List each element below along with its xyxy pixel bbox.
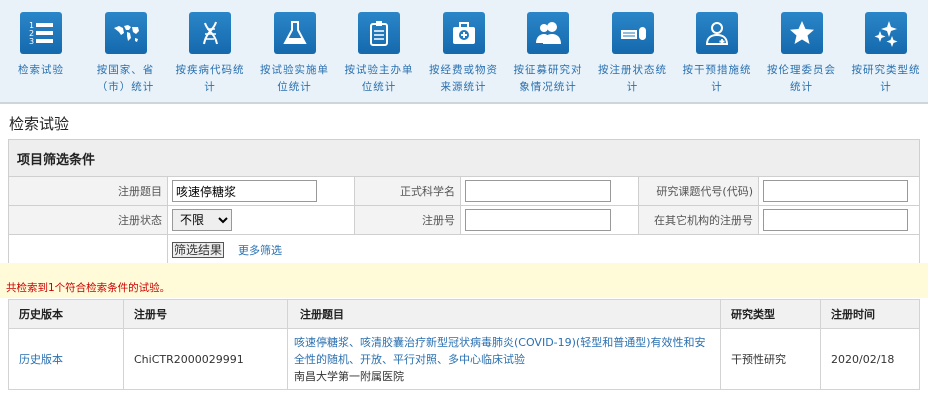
other-reg-input[interactable] — [763, 209, 908, 231]
study-type: 干预性研究 — [720, 328, 821, 390]
nav-item-3[interactable]: 按试验实施单位统计 — [253, 12, 337, 96]
nav-label: 按经费或物资来源统计 — [429, 64, 498, 93]
institution: 南昌大学第一附属医院 — [294, 369, 404, 383]
nav-item-5[interactable]: 按经费或物资来源统计 — [422, 12, 506, 96]
reg-date: 2020/02/18 — [820, 328, 920, 390]
col-type: 研究类型 — [720, 299, 821, 329]
reg-no: ChiCTR2000029991 — [123, 328, 288, 390]
sparkles-icon — [865, 12, 907, 54]
nav-item-0[interactable]: 1 2 3 检索试验 — [0, 12, 83, 79]
people-icon — [527, 12, 569, 54]
reg-title-label: 注册题目 — [8, 176, 168, 206]
nav-label: 按注册状态统计 — [598, 64, 667, 93]
reg-title-input[interactable] — [172, 180, 317, 202]
col-title: 注册题目 — [287, 299, 721, 329]
reg-no-input[interactable] — [465, 209, 611, 231]
sci-name-input[interactable] — [465, 180, 611, 202]
doctor-icon — [696, 12, 738, 54]
keyboard-mouse-icon — [611, 12, 654, 54]
filter-submit-button[interactable]: 筛选结果 — [172, 241, 225, 258]
code-label: 研究课题代号(代码) — [638, 176, 759, 206]
flask-icon — [273, 12, 316, 54]
status-select[interactable]: 不限 — [172, 209, 232, 231]
filter-header: 项目筛选条件 — [8, 139, 920, 177]
nav-label: 按试验主办单位统计 — [344, 64, 414, 93]
more-filters-link[interactable]: 更多筛选 — [238, 244, 282, 257]
dna-icon — [189, 12, 231, 54]
filter-table: 项目筛选条件 注册题目 正式科学名 研究课题代号(代码) 注册状态 不限 注册号… — [8, 139, 920, 264]
medical-kit-icon — [442, 12, 485, 54]
top-navigation: 1 2 3 检索试验 按国家、省（市）统计 按疾病代码统计 按试验实施单位统计 按试验主办单位… — [0, 0, 928, 104]
svg-text:3: 3 — [29, 37, 34, 46]
nav-label: 检索试验 — [18, 64, 64, 76]
nav-item-9[interactable]: 按伦理委员会统计 — [760, 12, 844, 96]
nav-item-4[interactable]: 按试验主办单位统计 — [337, 12, 421, 96]
history-link[interactable]: 历史版本 — [19, 353, 63, 366]
nav-item-1[interactable]: 按国家、省（市）统计 — [84, 12, 168, 96]
results-table: 历史版本 注册号 注册题目 研究类型 注册时间 历史版本 ChiCTR20000… — [8, 299, 920, 390]
nav-label: 按试验实施单位统计 — [260, 64, 329, 93]
nav-label: 按征募研究对象情况统计 — [513, 64, 583, 93]
col-reg-no: 注册号 — [123, 299, 288, 329]
world-map-icon — [104, 12, 147, 54]
nav-item-10[interactable]: 按研究类型统计 — [844, 12, 928, 96]
table-row: 历史版本 ChiCTR2000029991 咳速停糖浆、咳清胶囊治疗新型冠状病毒… — [8, 328, 920, 390]
code-input[interactable] — [763, 180, 908, 202]
nav-label: 按研究类型统计 — [851, 64, 921, 93]
nav-item-8[interactable]: 按干预措施统计 — [675, 12, 759, 96]
nav-label: 按干预措施统计 — [682, 64, 752, 93]
star-icon — [780, 12, 823, 54]
empty-cell — [8, 234, 168, 264]
nav-item-2[interactable]: 按疾病代码统计 — [168, 12, 252, 96]
nav-label: 按疾病代码统计 — [175, 64, 245, 93]
col-date: 注册时间 — [820, 299, 920, 329]
nav-item-6[interactable]: 按征募研究对象情况统计 — [506, 12, 590, 96]
trial-title-link[interactable]: 咳速停糖浆、咳清胶囊治疗新型冠状病毒肺炎(COVID-19)(轻型和普通型)有效… — [294, 336, 706, 366]
col-history: 历史版本 — [8, 299, 124, 329]
reg-no-label: 注册号 — [354, 205, 461, 235]
clipboard-icon — [358, 12, 400, 54]
nav-label: 按国家、省（市）统计 — [96, 64, 155, 93]
other-reg-label: 在其它机构的注册号 — [638, 205, 759, 235]
page-title: 检索试验 — [9, 115, 70, 133]
numbered-list-icon: 123 — [20, 12, 62, 54]
result-count-notice: 共检索到1个符合检索条件的试验。 — [0, 263, 928, 298]
nav-item-7[interactable]: 按注册状态统计 — [591, 12, 675, 96]
nav-label: 按伦理委员会统计 — [767, 64, 836, 93]
status-label: 注册状态 — [8, 205, 168, 235]
sci-name-label: 正式科学名 — [354, 176, 461, 206]
